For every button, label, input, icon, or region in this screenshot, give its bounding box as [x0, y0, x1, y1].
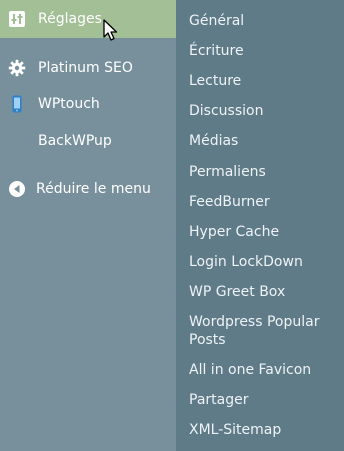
- submenu-item[interactable]: XML-Sitemap: [189, 421, 339, 439]
- submenu-item[interactable]: Général: [189, 12, 339, 30]
- settings-sliders-icon: [8, 10, 26, 28]
- menu-item-label: BackWPup: [38, 133, 112, 149]
- menu-item-platinum-seo[interactable]: Platinum SEO: [0, 52, 176, 84]
- submenu-item[interactable]: Wordpress Popular Posts: [189, 313, 339, 349]
- submenu-item[interactable]: Hyper Cache: [189, 223, 339, 241]
- phone-icon: [8, 95, 26, 113]
- gear-icon: [8, 59, 26, 77]
- submenu-item[interactable]: Lecture: [189, 72, 339, 90]
- submenu-item[interactable]: All in one Favicon: [189, 361, 339, 379]
- submenu-item[interactable]: Discussion: [189, 102, 339, 120]
- menu-item-label: WPtouch: [38, 96, 100, 112]
- menu-item-backwpup[interactable]: BackWPup: [0, 125, 176, 157]
- collapse-menu-button[interactable]: Réduire le menu: [0, 173, 176, 205]
- submenu-item[interactable]: Écriture: [189, 42, 339, 60]
- submenu-item[interactable]: Login LockDown: [189, 253, 339, 271]
- menu-item-label: Platinum SEO: [38, 60, 133, 76]
- menu-item-wptouch[interactable]: WPtouch: [0, 88, 176, 120]
- submenu-item[interactable]: FeedBurner: [189, 193, 339, 211]
- collapse-menu-label: Réduire le menu: [36, 181, 151, 197]
- admin-menu: Réglages Platinum SEO WPtouch BackWPup R…: [0, 0, 176, 451]
- submenu-item[interactable]: Permaliens: [189, 163, 339, 181]
- settings-submenu: Général Écriture Lecture Discussion Médi…: [176, 0, 344, 451]
- mouse-cursor-icon: [103, 19, 118, 41]
- menu-item-reglages-row: Réglages: [0, 3, 176, 35]
- submenu-item[interactable]: Partager: [189, 391, 339, 409]
- submenu-item[interactable]: Médias: [189, 132, 339, 150]
- menu-item-reglages[interactable]: Réglages: [0, 0, 176, 38]
- submenu-item[interactable]: WP Greet Box: [189, 283, 339, 301]
- collapse-arrow-icon: [8, 180, 26, 198]
- menu-item-label: Réglages: [38, 11, 102, 27]
